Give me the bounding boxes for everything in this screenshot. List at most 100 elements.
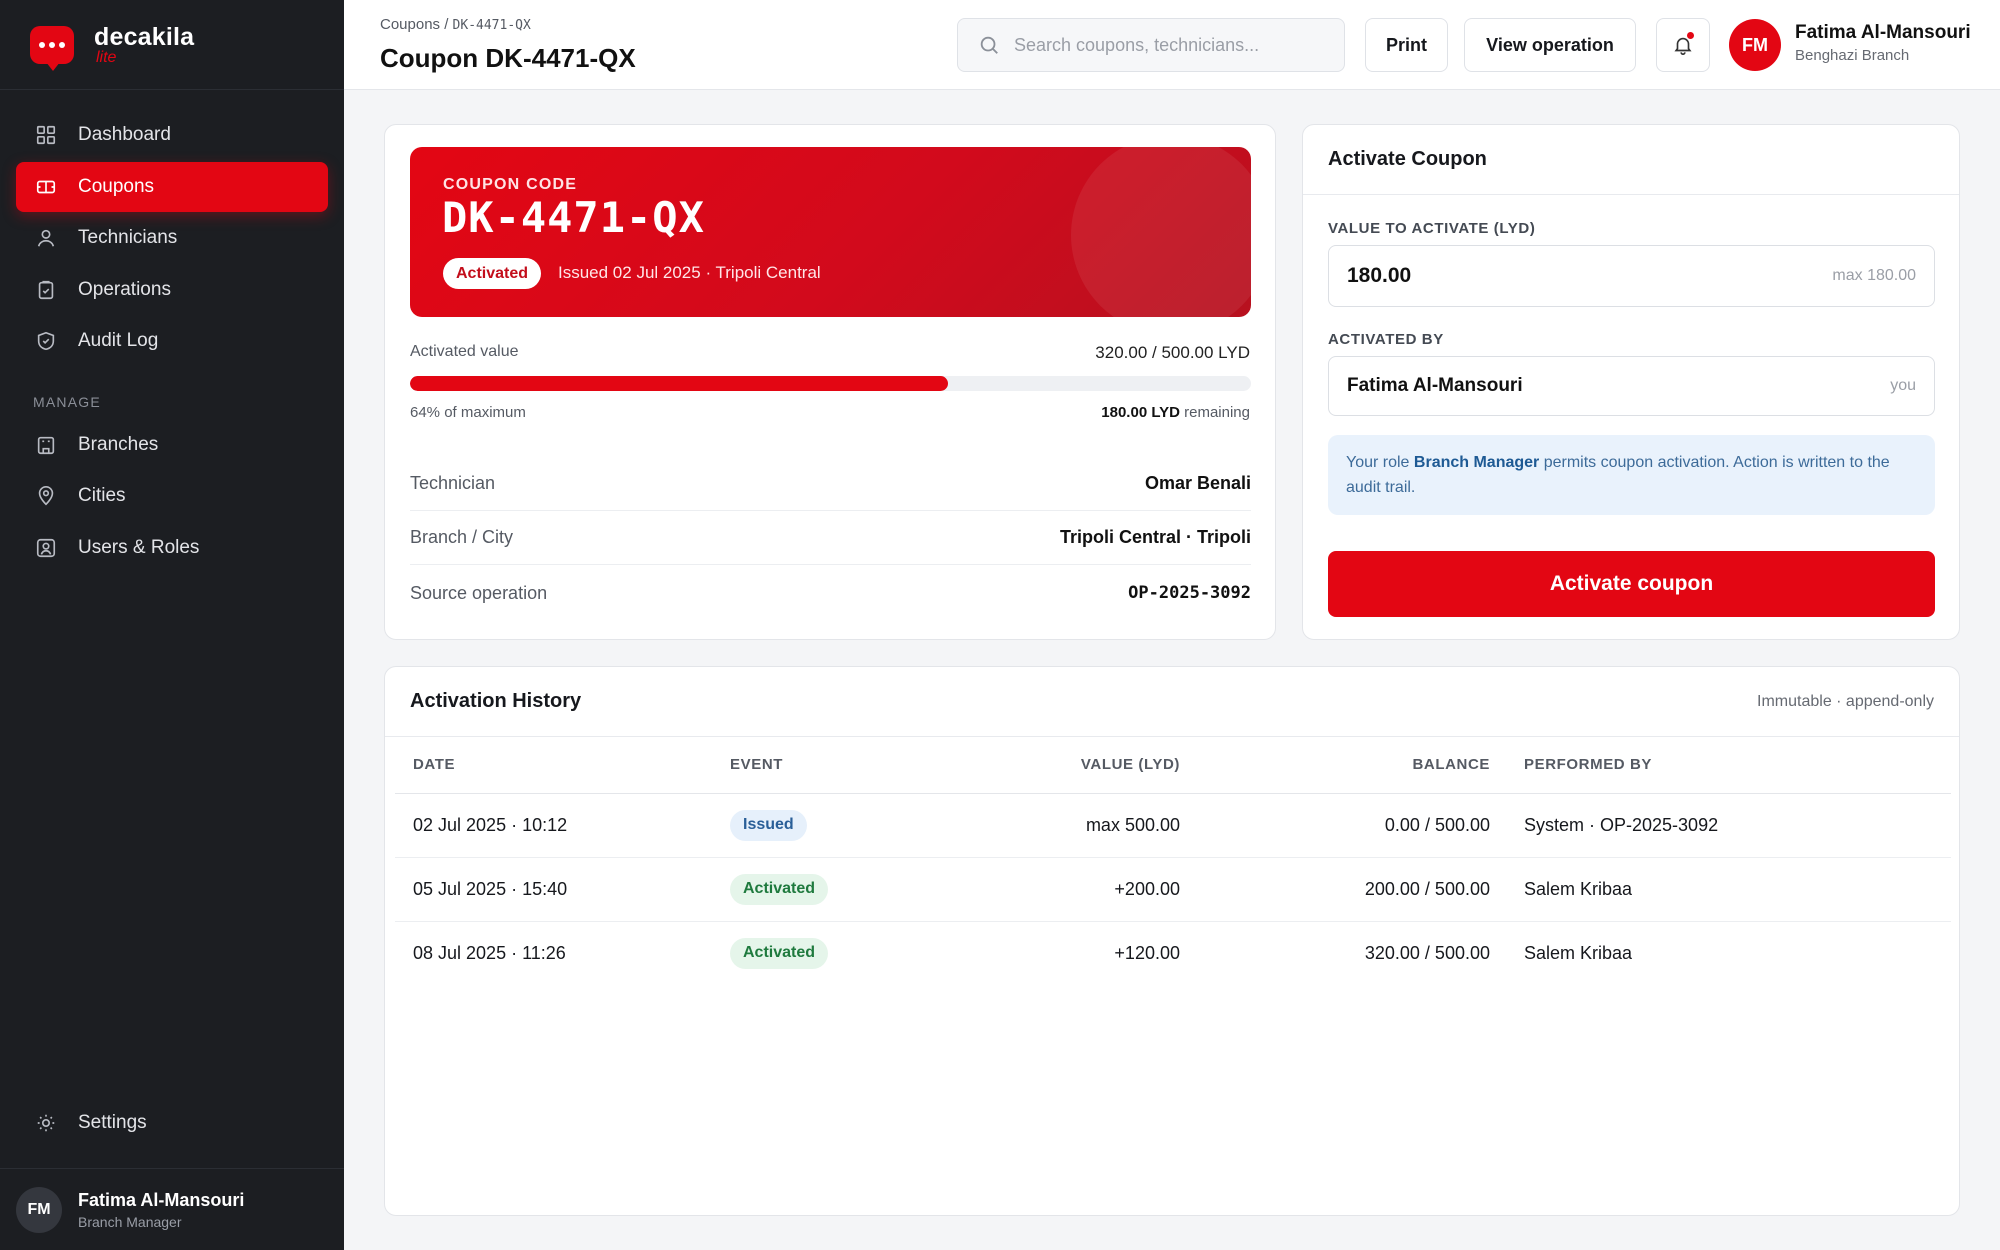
progress-footer: 64% of maximum 180.00 LYD remaining bbox=[410, 404, 1250, 421]
coupon-code-label: COUPON CODE bbox=[443, 176, 578, 193]
table-row[interactable]: 05 Jul 2025 · 15:40 Activated +200.00 20… bbox=[395, 857, 1951, 922]
search-input[interactable] bbox=[1014, 34, 1334, 56]
activated-value-row: Activated value 320.00 / 500.00 LYD bbox=[410, 343, 1250, 363]
user-icon bbox=[34, 226, 58, 250]
activation-history-card: Activation History Immutable · append-on… bbox=[384, 666, 1960, 1216]
column-header-performed-by[interactable]: PERFORMED BY bbox=[1490, 737, 1951, 794]
nav-section-manage: MANAGE bbox=[33, 393, 101, 410]
cell-value: +120.00 bbox=[1114, 942, 1180, 963]
sidebar-item-dashboard[interactable]: Dashboard bbox=[16, 110, 328, 160]
activated-by-field[interactable]: you bbox=[1328, 356, 1935, 416]
event-badge-activated: Activated bbox=[730, 937, 829, 969]
sidebar-item-operations[interactable]: Operations bbox=[16, 265, 328, 315]
grid-icon bbox=[34, 123, 58, 147]
value-label: VALUE TO ACTIVATE (LYD) bbox=[1328, 220, 1536, 237]
value-field[interactable]: max 180.00 bbox=[1328, 245, 1935, 307]
cell-balance: 320.00 / 500.00 bbox=[1364, 942, 1490, 963]
status-badge: Activated bbox=[443, 258, 542, 289]
detail-key: Source operation bbox=[410, 582, 548, 603]
notification-dot bbox=[1687, 32, 1694, 39]
sidebar-item-label: Technicians bbox=[78, 227, 178, 248]
detail-key: Branch / City bbox=[410, 527, 514, 547]
coupon-code: DK-4471-QX bbox=[442, 193, 705, 242]
brand-name: decakila bbox=[94, 22, 195, 51]
value-max-hint: max 180.00 bbox=[1832, 267, 1916, 284]
sidebar-item-coupons[interactable]: Coupons bbox=[16, 161, 328, 212]
coupon-details-card: COUPON CODE DK-4471-QX Activated Issued … bbox=[384, 124, 1276, 640]
detail-row-technician: Technician Omar Benali bbox=[410, 457, 1251, 511]
brand-sub: lite bbox=[96, 48, 117, 66]
sidebar: decakila lite Dashboard Coupons Technici… bbox=[0, 0, 344, 1250]
sidebar-item-label: Settings bbox=[78, 1112, 147, 1133]
remaining-text: 180.00 LYD remaining bbox=[1101, 404, 1250, 421]
sidebar-item-branches[interactable]: Branches bbox=[16, 420, 328, 470]
sidebar-item-technicians[interactable]: Technicians bbox=[16, 213, 328, 263]
detail-row-branch: Branch / City Tripoli Central · Tripoli bbox=[410, 511, 1251, 565]
history-title: Activation History bbox=[410, 690, 582, 712]
cell-performed-by: System · OP-2025-3092 bbox=[1490, 793, 1951, 858]
activated-value-label: Activated value bbox=[410, 343, 519, 360]
cell-value: max 500.00 bbox=[960, 793, 1180, 858]
cell-performed-by: Salem Kribaa bbox=[1524, 942, 1633, 963]
view-operation-button[interactable]: View operation bbox=[1464, 18, 1636, 72]
avatar[interactable]: FM bbox=[1729, 19, 1781, 71]
brand[interactable]: decakila lite bbox=[0, 0, 344, 90]
cell-date: 05 Jul 2025 · 15:40 bbox=[395, 857, 730, 922]
history-table: DATE EVENT VALUE (LYD) BALANCE PERFORMED… bbox=[395, 737, 1951, 985]
table-header-row: DATE EVENT VALUE (LYD) BALANCE PERFORMED… bbox=[395, 737, 1951, 794]
sidebar-item-users-roles[interactable]: Users & Roles bbox=[16, 523, 328, 573]
activated-by-label: ACTIVATED BY bbox=[1328, 331, 1444, 348]
search-box[interactable] bbox=[957, 18, 1345, 72]
print-button[interactable]: Print bbox=[1365, 18, 1448, 72]
activate-coupon-button[interactable]: Activate coupon bbox=[1328, 551, 1935, 617]
sidebar-item-label: Coupons bbox=[78, 175, 155, 197]
cell-date: 08 Jul 2025 · 11:26 bbox=[413, 942, 566, 963]
sidebar-user[interactable]: FM Fatima Al-Mansouri Branch Manager bbox=[0, 1168, 344, 1250]
sidebar-item-settings[interactable]: Settings bbox=[16, 1098, 328, 1148]
breadcrumb-coupons-link[interactable]: Coupons / bbox=[380, 16, 453, 33]
note-role: Branch Manager bbox=[1413, 454, 1540, 471]
sidebar-item-cities[interactable]: Cities bbox=[16, 471, 328, 521]
activated-by-input[interactable] bbox=[1347, 375, 1609, 397]
activate-coupon-card: Activate Coupon VALUE TO ACTIVATE (LYD) … bbox=[1302, 124, 1960, 640]
notifications-button[interactable] bbox=[1656, 18, 1710, 72]
value-input[interactable] bbox=[1347, 264, 1632, 288]
column-header-value[interactable]: VALUE (LYD) bbox=[960, 737, 1180, 794]
percent-text: 64% of maximum bbox=[410, 404, 526, 421]
source-operation-link[interactable]: OP-2025-3092 bbox=[1128, 583, 1251, 603]
detail-row-source-operation: Source operation OP-2025-3092 bbox=[410, 566, 1251, 620]
table-row[interactable]: 02 Jul 2025 · 10:12 Issued max 500.00 0.… bbox=[395, 793, 1951, 858]
sidebar-item-audit-log[interactable]: Audit Log bbox=[16, 316, 328, 366]
breadcrumb: Coupons / DK-4471-QX bbox=[380, 16, 531, 33]
cell-performed-by: Salem Kribaa bbox=[1490, 857, 1951, 922]
issued-text: Issued 02 Jul 2025 · Tripoli Central bbox=[558, 263, 821, 282]
top-user-name: Fatima Al-Mansouri bbox=[1795, 22, 1971, 43]
activate-card-title: Activate Coupon bbox=[1303, 125, 1959, 195]
map-pin-icon bbox=[34, 484, 58, 508]
coupon-banner: COUPON CODE DK-4471-QX Activated Issued … bbox=[410, 147, 1251, 317]
branch-city-value: Tripoli Central · Tripoli bbox=[1059, 527, 1251, 547]
column-header-date[interactable]: DATE bbox=[395, 737, 730, 794]
remaining-amount: 180.00 LYD bbox=[1101, 404, 1180, 421]
activation-progress-bar bbox=[410, 376, 1251, 391]
column-header-balance[interactable]: BALANCE bbox=[1180, 737, 1490, 794]
page-title: Coupon DK-4471-QX bbox=[380, 43, 636, 73]
top-user-info[interactable]: Fatima Al-Mansouri Benghazi Branch bbox=[1795, 22, 1971, 64]
shield-icon bbox=[34, 329, 58, 353]
column-header-event[interactable]: EVENT bbox=[730, 737, 960, 794]
table-row[interactable]: 08 Jul 2025 · 11:26 Activated +120.00 32… bbox=[395, 921, 1951, 985]
cell-balance: 0.00 / 500.00 bbox=[1180, 793, 1490, 858]
sidebar-item-label: Dashboard bbox=[78, 124, 171, 145]
sidebar-item-label: Users & Roles bbox=[78, 536, 200, 558]
cell-value: +200.00 bbox=[960, 857, 1180, 922]
breadcrumb-current: DK-4471-QX bbox=[452, 18, 531, 33]
activated-by-hint: you bbox=[1890, 377, 1916, 394]
cell-event: Issued bbox=[730, 793, 960, 858]
sidebar-user-role: Branch Manager bbox=[78, 1213, 182, 1230]
technician-name[interactable]: Omar Benali bbox=[1145, 473, 1251, 494]
sidebar-item-label: Audit Log bbox=[78, 330, 159, 351]
top-bar: Coupons / DK-4471-QX Coupon DK-4471-QX P… bbox=[344, 0, 2000, 90]
user-badge-icon bbox=[34, 536, 58, 560]
chat-bubble-logo-icon bbox=[30, 25, 74, 71]
sidebar-item-label: Operations bbox=[78, 278, 171, 300]
